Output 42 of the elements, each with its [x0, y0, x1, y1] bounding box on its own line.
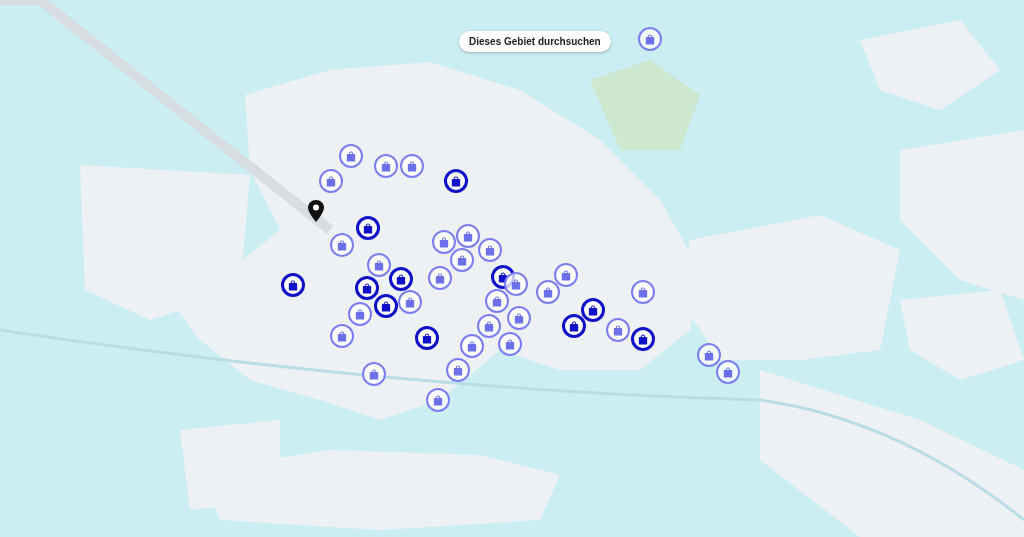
bag-icon	[645, 33, 655, 45]
bag-icon	[396, 273, 406, 285]
bag-icon	[433, 394, 443, 406]
bag-icon	[514, 312, 524, 324]
bag-icon	[457, 254, 467, 266]
bag-icon	[337, 330, 347, 342]
bag-icon	[381, 160, 391, 172]
bag-icon	[505, 338, 515, 350]
bag-icon	[467, 340, 477, 352]
bag-icon	[422, 332, 432, 344]
bag-icon	[346, 150, 356, 162]
bag-icon	[588, 304, 598, 316]
bag-icon	[439, 236, 449, 248]
bag-icon	[288, 279, 298, 291]
bag-icon	[451, 175, 461, 187]
bag-icon	[435, 272, 445, 284]
bag-icon	[374, 259, 384, 271]
bag-icon	[453, 364, 463, 376]
bag-icon	[569, 320, 579, 332]
bag-icon	[485, 244, 495, 256]
bag-icon	[704, 349, 714, 361]
bag-icon	[369, 368, 379, 380]
bag-icon	[337, 239, 347, 251]
bag-icon	[484, 320, 494, 332]
bag-icon	[543, 286, 553, 298]
bag-icon	[638, 286, 648, 298]
bag-icon	[511, 278, 521, 290]
bag-icon	[407, 160, 417, 172]
bag-icon	[723, 366, 733, 378]
bag-icon	[355, 308, 365, 320]
bag-icon	[498, 271, 508, 283]
bag-icon	[638, 333, 648, 345]
bag-icon	[362, 282, 372, 294]
bag-icon	[561, 269, 571, 281]
bag-icon	[363, 222, 373, 234]
bag-icon	[613, 324, 623, 336]
bag-icon	[492, 295, 502, 307]
bag-icon	[326, 175, 336, 187]
bag-icon	[405, 296, 415, 308]
search-area-button[interactable]: Dieses Gebiet durchsuchen	[459, 31, 611, 52]
bag-icon	[463, 230, 473, 242]
bag-icon	[381, 300, 391, 312]
